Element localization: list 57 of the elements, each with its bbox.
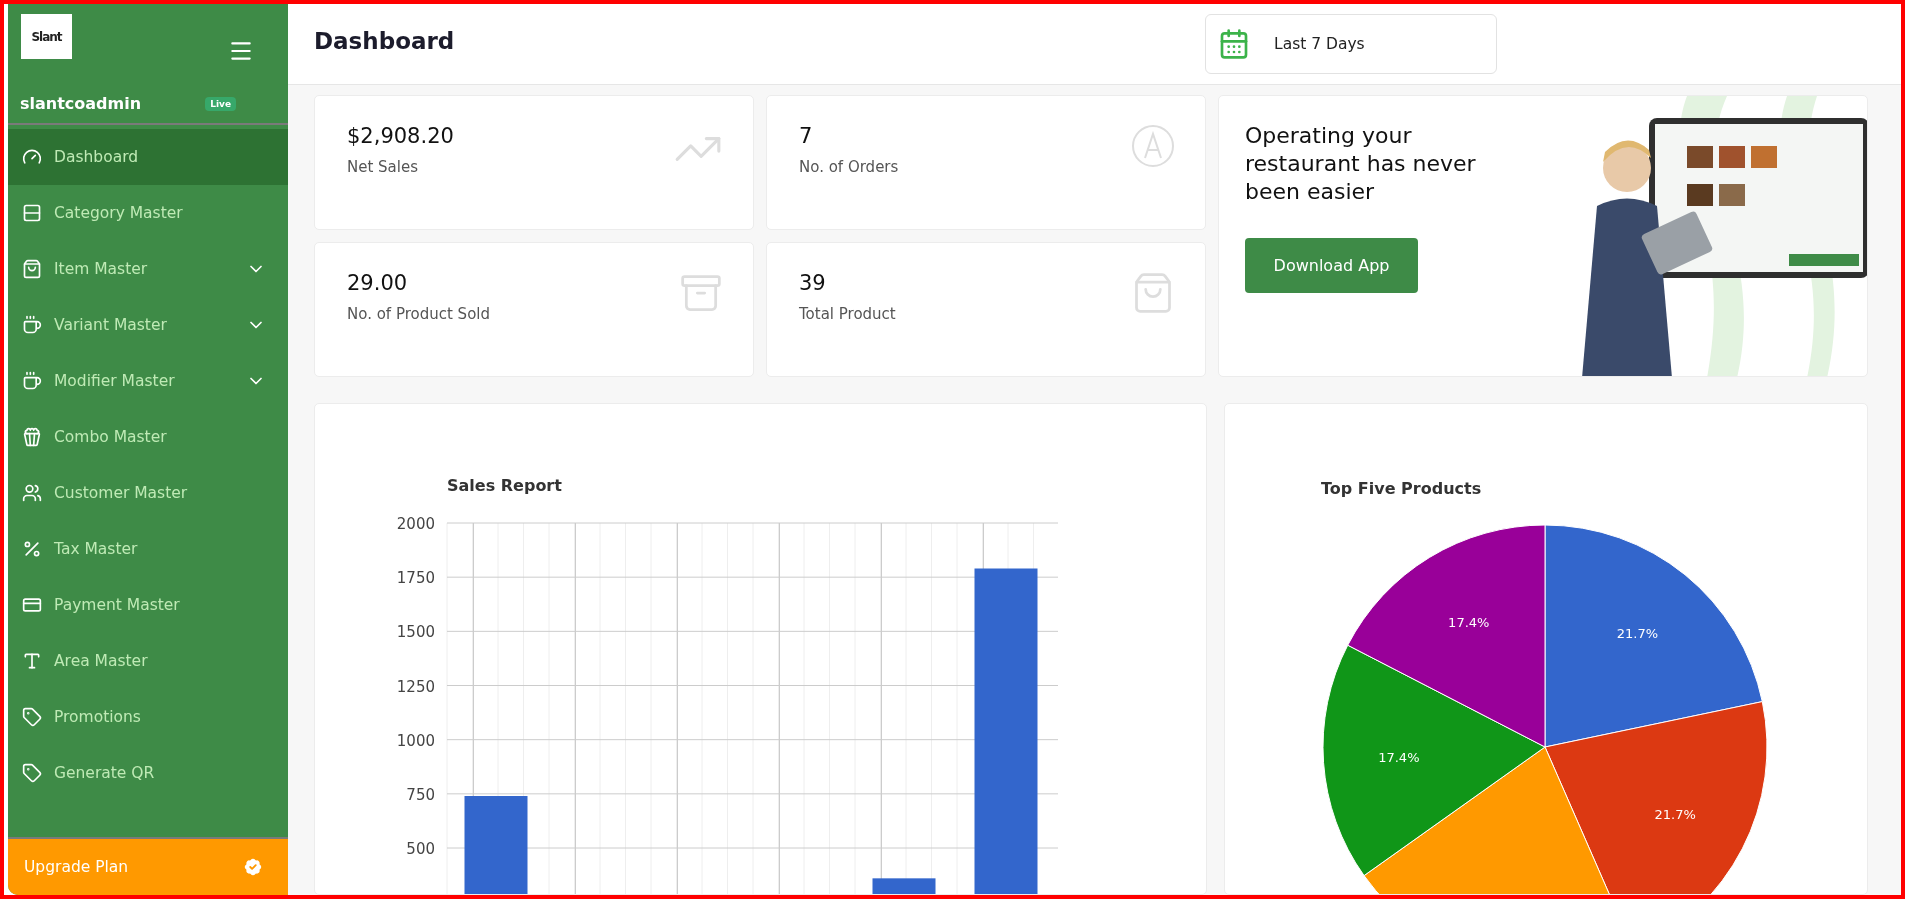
sidebar-item[interactable]: Modifier Master xyxy=(8,353,288,409)
download-app-button[interactable]: Download App xyxy=(1245,238,1418,293)
bar xyxy=(872,878,936,894)
stat-value: 39 xyxy=(799,271,827,295)
slice-label: 21.7% xyxy=(1616,626,1659,642)
sidebar-item[interactable]: Dashboard xyxy=(8,129,288,185)
fries-icon xyxy=(22,427,42,447)
stat-label: Total Product xyxy=(799,305,896,323)
percent-icon xyxy=(22,539,42,559)
stat-label: Net Sales xyxy=(347,158,420,176)
user-name: slantcoadmin xyxy=(20,94,142,113)
sidebar-item[interactable]: Variant Master xyxy=(8,297,288,353)
axis-tick-label: 1250 xyxy=(396,677,435,696)
promo-headline: Operating your restaurant has never been easier xyxy=(1245,122,1477,206)
users-icon xyxy=(22,483,42,503)
sidebar-item[interactable]: Item Master xyxy=(8,241,288,297)
stat-value: 29.00 xyxy=(347,271,409,295)
stat-value: 7 xyxy=(799,124,814,148)
date-range-picker[interactable]: Last 7 Days xyxy=(1205,14,1497,74)
stat-label: No. of Product Sold xyxy=(347,305,490,323)
axis-tick-label: 2000 xyxy=(396,515,435,533)
chart-title: Sales Report xyxy=(447,476,562,495)
upgrade-plan-button[interactable]: Upgrade Plan xyxy=(8,837,288,895)
slice-label: 17.4% xyxy=(1378,750,1420,766)
calendar-icon xyxy=(1218,28,1250,60)
stacked-rows-icon xyxy=(22,203,42,223)
cup-icon xyxy=(22,371,42,391)
sidebar-item[interactable]: Tax Master xyxy=(8,521,288,577)
bag-icon xyxy=(22,259,42,279)
sidebar-item[interactable]: Customer Master xyxy=(8,465,288,521)
circle-letter-icon xyxy=(1131,124,1175,168)
axis-tick-label: 1750 xyxy=(396,569,435,588)
sidebar-item[interactable]: Combo Master xyxy=(8,409,288,465)
slice-label: 17.4% xyxy=(1448,614,1490,630)
axis-tick-label: 750 xyxy=(406,785,435,804)
card-icon xyxy=(22,595,42,615)
text-icon xyxy=(22,651,42,671)
cup-icon xyxy=(22,315,42,335)
sidebar-item[interactable]: Promotions xyxy=(8,689,288,745)
chart-title: Top Five Products xyxy=(1321,479,1482,498)
axis-tick-label: 500 xyxy=(406,840,435,858)
sidebar-item[interactable]: Generate QR xyxy=(8,745,288,801)
gauge-icon xyxy=(22,147,42,167)
badge-check-icon xyxy=(242,856,264,878)
status-badge: Live xyxy=(205,96,236,111)
page-title: Dashboard xyxy=(314,28,456,54)
stat-label: No. of Orders xyxy=(799,158,899,176)
axis-tick-label: 1500 xyxy=(396,623,435,642)
stat-value: $2,908.20 xyxy=(347,124,454,148)
slice-label: 21.7% xyxy=(1654,807,1696,823)
sidebar-item[interactable]: Payment Master xyxy=(8,577,288,633)
sidebar-item[interactable]: Area Master xyxy=(8,633,288,689)
sidebar-item[interactable]: Category Master xyxy=(8,185,288,241)
logo: Slant xyxy=(21,14,72,59)
axis-tick-label: 1000 xyxy=(396,731,435,750)
tag-icon xyxy=(22,707,42,727)
tag-icon xyxy=(22,763,42,783)
